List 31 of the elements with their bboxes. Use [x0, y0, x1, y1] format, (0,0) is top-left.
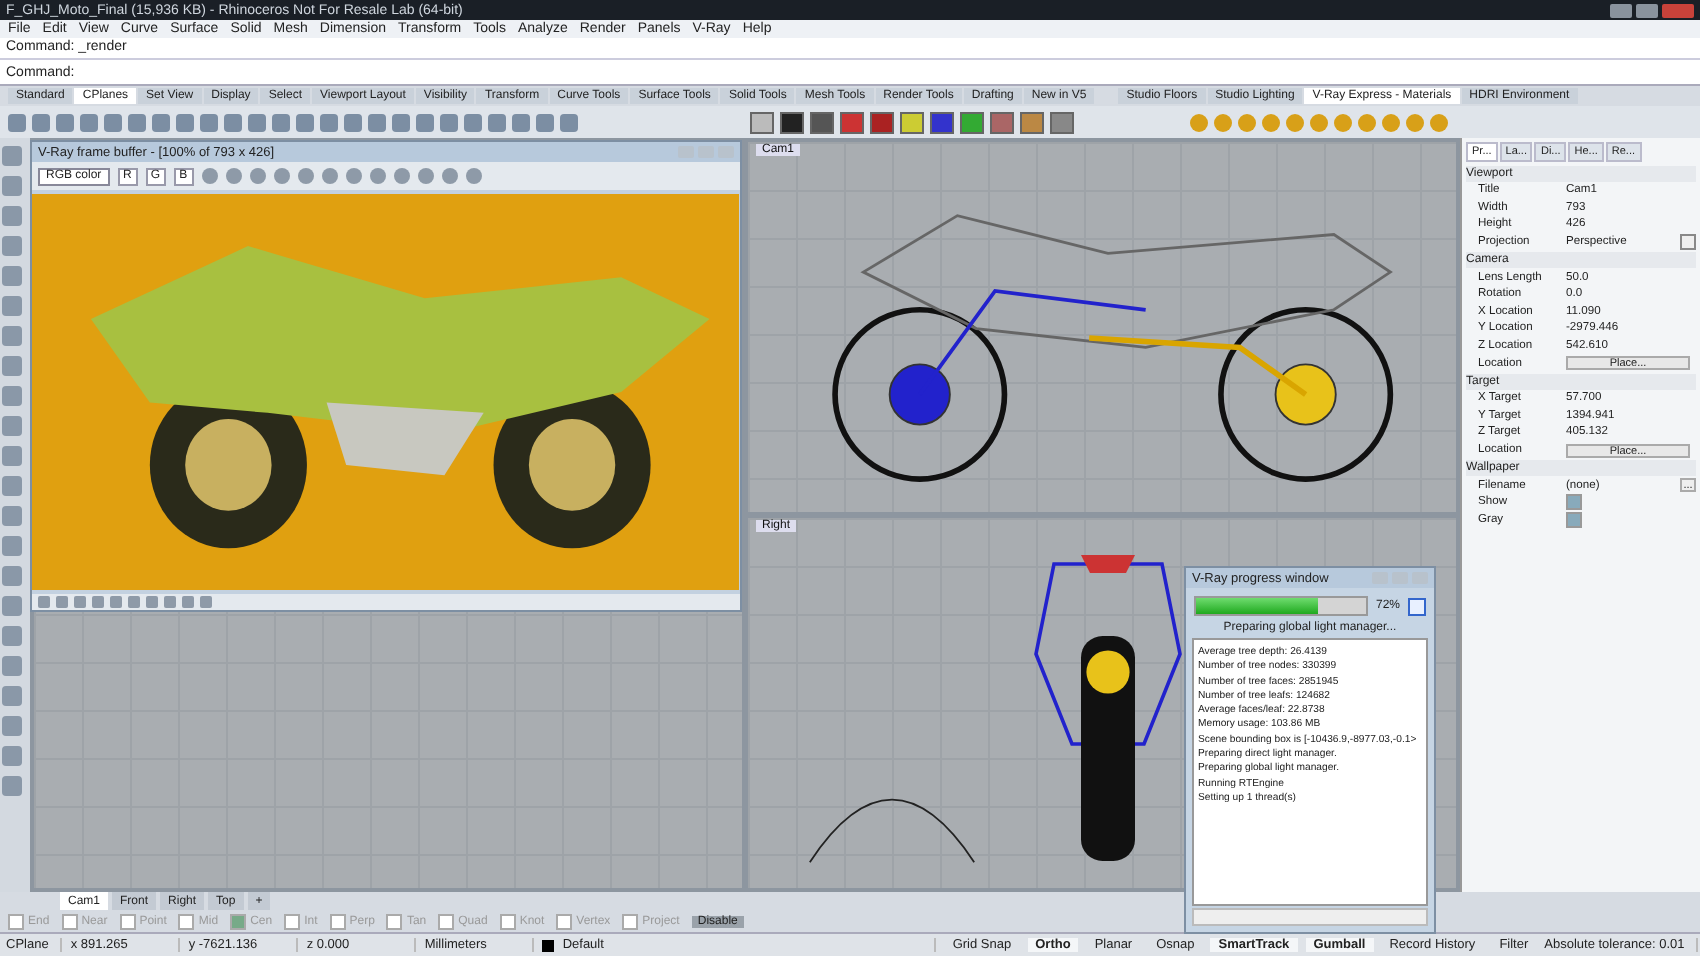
checkbox[interactable]	[284, 913, 301, 929]
material-swatch-icon[interactable]	[810, 111, 834, 133]
checkbox[interactable]	[1566, 494, 1582, 511]
checkbox[interactable]	[178, 913, 195, 929]
checkbox[interactable]	[499, 913, 516, 929]
material-swatch-icon[interactable]	[990, 111, 1014, 133]
checkbox[interactable]	[1566, 511, 1582, 528]
layer-color-icon	[542, 939, 555, 951]
scrollbar[interactable]	[1192, 908, 1428, 926]
info-button[interactable]	[1408, 597, 1426, 615]
material-swatch-icon[interactable]	[870, 111, 894, 133]
checkbox[interactable]	[329, 913, 346, 929]
material-swatch-icon[interactable]	[780, 111, 804, 133]
minimize-button[interactable]	[1610, 3, 1632, 17]
checkbox[interactable]	[8, 913, 24, 929]
checkbox[interactable]	[119, 913, 136, 929]
material-swatch-icon[interactable]	[1020, 111, 1044, 133]
material-swatch-icon[interactable]	[900, 111, 924, 133]
material-swatch-icon[interactable]	[750, 111, 774, 133]
maximize-button[interactable]	[1636, 3, 1658, 17]
material-swatch-icon[interactable]	[1050, 111, 1074, 133]
checkbox[interactable]	[61, 913, 78, 929]
material-swatch-icon[interactable]	[840, 111, 864, 133]
checkbox[interactable]	[622, 913, 639, 929]
material-swatch-icon[interactable]	[960, 111, 984, 133]
material-swatch-icon[interactable]	[930, 111, 954, 133]
checkbox[interactable]	[438, 913, 455, 929]
checkbox[interactable]	[230, 913, 247, 929]
checkbox[interactable]	[556, 913, 573, 929]
close-button[interactable]	[1662, 3, 1694, 17]
checkbox[interactable]	[386, 913, 403, 929]
